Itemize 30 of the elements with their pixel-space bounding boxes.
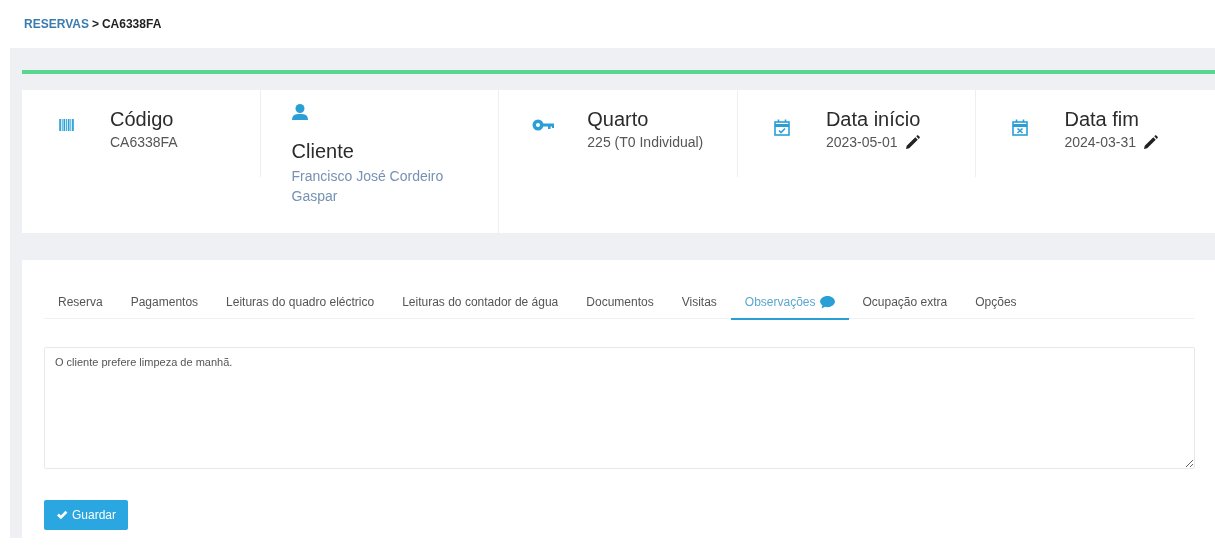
person-icon — [291, 104, 308, 120]
field-label: Data início — [825, 108, 921, 131]
calendar-x-icon — [1012, 119, 1029, 136]
breadcrumb-current: CA6338FA — [101, 17, 162, 31]
field-value: 2023-05-01 — [825, 134, 899, 150]
tab[interactable]: Opções — [961, 288, 1031, 320]
pencil-icon[interactable] — [1144, 135, 1159, 149]
key-icon — [532, 119, 555, 131]
notes-field[interactable]: O cliente prefere limpeza de manhã. — [44, 347, 1195, 469]
tab[interactable]: Leituras do quadro eléctrico — [212, 288, 389, 320]
barcode-icon — [57, 119, 75, 131]
field-value: 2024-03-31 — [1064, 134, 1138, 150]
tab[interactable]: Documentos — [572, 288, 668, 320]
tab[interactable]: Visitas — [667, 288, 731, 320]
breadcrumb-link[interactable]: RESERVAS — [24, 17, 89, 31]
field-label: Data fim — [1064, 108, 1140, 131]
breadcrumb-separator: > — [91, 17, 99, 31]
field-value: CA6338FA — [110, 134, 178, 150]
tab[interactable]: Leituras do contador de água — [388, 288, 573, 320]
field-label: Código — [110, 108, 175, 131]
calendar-check-icon — [773, 119, 790, 136]
tab[interactable]: Reserva — [44, 288, 117, 320]
pencil-icon[interactable] — [905, 135, 920, 149]
field-value: 225 (T0 Individual) — [587, 134, 704, 150]
comment-icon — [819, 295, 835, 309]
field-label: Quarto — [587, 108, 650, 131]
check-icon — [56, 510, 68, 520]
tab[interactable]: Pagamentos — [116, 288, 213, 320]
field-label: Cliente — [291, 140, 355, 163]
tab[interactable]: Ocupação extra — [848, 288, 962, 320]
